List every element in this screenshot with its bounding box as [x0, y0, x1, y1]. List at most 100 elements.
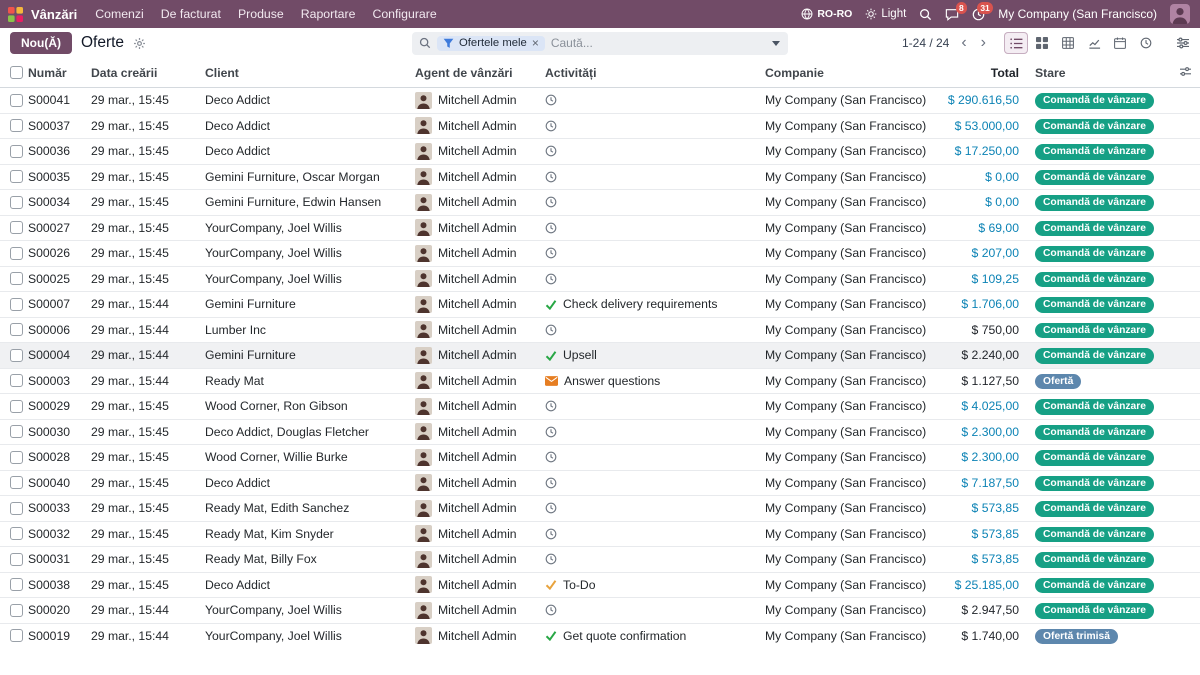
table-row[interactable]: S0003329 mar., 15:45Ready Mat, Edith San…: [0, 496, 1200, 522]
apps-grid-icon[interactable]: [8, 7, 23, 22]
activity-clock-icon[interactable]: [545, 604, 557, 616]
header-created[interactable]: Data creării: [91, 66, 205, 80]
activity-envelope-icon[interactable]: [545, 376, 558, 386]
row-checkbox[interactable]: [10, 196, 23, 209]
new-button[interactable]: Nou(Ă): [10, 32, 72, 54]
activity-cell[interactable]: [545, 502, 765, 514]
gear-icon[interactable]: [133, 37, 146, 50]
graph-view-icon[interactable]: [1082, 32, 1106, 54]
activity-clock-icon[interactable]: [545, 196, 557, 208]
table-row[interactable]: S0004129 mar., 15:45Deco AddictMitchell …: [0, 88, 1200, 114]
activity-clock-icon[interactable]: [545, 171, 557, 183]
activity-cell[interactable]: [545, 273, 765, 285]
activity-cell[interactable]: Check delivery requirements: [545, 297, 765, 311]
row-checkbox[interactable]: [10, 629, 23, 642]
activity-cell[interactable]: [545, 324, 765, 336]
table-row[interactable]: S0003729 mar., 15:45Deco AddictMitchell …: [0, 114, 1200, 140]
list-view-icon[interactable]: [1004, 32, 1028, 54]
activity-clock-icon[interactable]: [545, 528, 557, 540]
activity-clock-icon[interactable]: [545, 400, 557, 412]
activity-check-green-icon[interactable]: [545, 299, 557, 310]
activity-cell[interactable]: [545, 477, 765, 489]
search-input[interactable]: [551, 36, 766, 50]
table-row[interactable]: S0003429 mar., 15:45Gemini Furniture, Ed…: [0, 190, 1200, 216]
activity-clock-icon[interactable]: [545, 426, 557, 438]
header-state[interactable]: Stare: [1027, 66, 1200, 80]
row-checkbox[interactable]: [10, 400, 23, 413]
activity-cell[interactable]: [545, 120, 765, 132]
activity-cell[interactable]: [545, 528, 765, 540]
activity-clock-icon[interactable]: [545, 94, 557, 106]
table-row[interactable]: S0002929 mar., 15:45Wood Corner, Ron Gib…: [0, 394, 1200, 420]
activity-cell[interactable]: Answer questions: [545, 374, 765, 388]
table-row[interactable]: S0004029 mar., 15:45Deco AddictMitchell …: [0, 471, 1200, 497]
activity-cell[interactable]: [545, 553, 765, 565]
row-checkbox[interactable]: [10, 604, 23, 617]
activity-clock-icon[interactable]: [545, 324, 557, 336]
activity-cell[interactable]: Upsell: [545, 348, 765, 362]
row-checkbox[interactable]: [10, 170, 23, 183]
table-row[interactable]: S0003829 mar., 15:45Deco AddictMitchell …: [0, 573, 1200, 599]
table-row[interactable]: S0003229 mar., 15:45Ready Mat, Kim Snyde…: [0, 522, 1200, 548]
row-checkbox[interactable]: [10, 553, 23, 566]
row-checkbox[interactable]: [10, 145, 23, 158]
table-row[interactable]: S0003629 mar., 15:45Deco AddictMitchell …: [0, 139, 1200, 165]
activity-cell[interactable]: To-Do: [545, 578, 765, 592]
pivot-view-icon[interactable]: [1056, 32, 1080, 54]
table-row[interactable]: S0000629 mar., 15:44Lumber IncMitchell A…: [0, 318, 1200, 344]
table-row[interactable]: S0003129 mar., 15:45Ready Mat, Billy Fox…: [0, 547, 1200, 573]
activity-check-green-icon[interactable]: [545, 350, 557, 361]
header-client[interactable]: Client: [205, 66, 415, 80]
row-checkbox[interactable]: [10, 323, 23, 336]
header-agent[interactable]: Agent de vânzări: [415, 66, 545, 80]
activity-clock-icon[interactable]: [545, 120, 557, 132]
row-checkbox[interactable]: [10, 298, 23, 311]
activity-clock-icon[interactable]: [545, 553, 557, 565]
activity-clock-icon[interactable]: [545, 451, 557, 463]
table-row[interactable]: S0000329 mar., 15:44Ready MatMitchell Ad…: [0, 369, 1200, 395]
pager-previous-icon[interactable]: ‹: [957, 35, 970, 51]
row-checkbox[interactable]: [10, 425, 23, 438]
row-checkbox[interactable]: [10, 119, 23, 132]
activity-clock-icon[interactable]: [545, 247, 557, 259]
company-switcher[interactable]: My Company (San Francisco): [998, 7, 1157, 21]
search-dropdown-caret-icon[interactable]: [772, 41, 780, 46]
activity-clock-icon[interactable]: [545, 502, 557, 514]
row-checkbox[interactable]: [10, 502, 23, 515]
activity-cell[interactable]: [545, 400, 765, 412]
activity-cell[interactable]: [545, 145, 765, 157]
activity-cell[interactable]: [545, 604, 765, 616]
activity-cell[interactable]: [545, 426, 765, 438]
app-name[interactable]: Vânzări: [31, 7, 77, 22]
language-switcher[interactable]: RO-RO: [801, 8, 852, 20]
row-checkbox[interactable]: [10, 272, 23, 285]
activity-clock-icon[interactable]: [545, 145, 557, 157]
table-row[interactable]: S0001929 mar., 15:44YourCompany, Joel Wi…: [0, 624, 1200, 646]
theme-toggle[interactable]: Light: [865, 8, 906, 20]
menu-raportare[interactable]: Raportare: [301, 7, 356, 21]
activity-clock-icon[interactable]: [545, 477, 557, 489]
table-row[interactable]: S0002729 mar., 15:45YourCompany, Joel Wi…: [0, 216, 1200, 242]
calendar-view-icon[interactable]: [1108, 32, 1132, 54]
row-checkbox[interactable]: [10, 374, 23, 387]
search-facet[interactable]: Ofertele mele ×: [437, 36, 545, 51]
systray-search-icon[interactable]: [919, 8, 932, 21]
panel-toggle-icon[interactable]: [1176, 37, 1190, 49]
table-row[interactable]: S0003029 mar., 15:45Deco Addict, Douglas…: [0, 420, 1200, 446]
menu-configurare[interactable]: Configurare: [372, 7, 436, 21]
activity-cell[interactable]: [545, 171, 765, 183]
table-row[interactable]: S0003529 mar., 15:45Gemini Furniture, Os…: [0, 165, 1200, 191]
table-row[interactable]: S0002629 mar., 15:45YourCompany, Joel Wi…: [0, 241, 1200, 267]
activity-check-green-icon[interactable]: [545, 630, 557, 641]
table-row[interactable]: S0000729 mar., 15:44Gemini FurnitureMitc…: [0, 292, 1200, 318]
row-checkbox[interactable]: [10, 349, 23, 362]
menu-produse[interactable]: Produse: [238, 7, 284, 21]
table-row[interactable]: S0002529 mar., 15:45YourCompany, Joel Wi…: [0, 267, 1200, 293]
activity-cell[interactable]: [545, 451, 765, 463]
row-checkbox[interactable]: [10, 221, 23, 234]
row-checkbox[interactable]: [10, 451, 23, 464]
header-total[interactable]: Total: [935, 66, 1027, 80]
search-bar[interactable]: Ofertele mele ×: [412, 32, 788, 55]
table-row[interactable]: S0000429 mar., 15:44Gemini FurnitureMitc…: [0, 343, 1200, 369]
menu-comenzi[interactable]: Comenzi: [95, 7, 144, 21]
